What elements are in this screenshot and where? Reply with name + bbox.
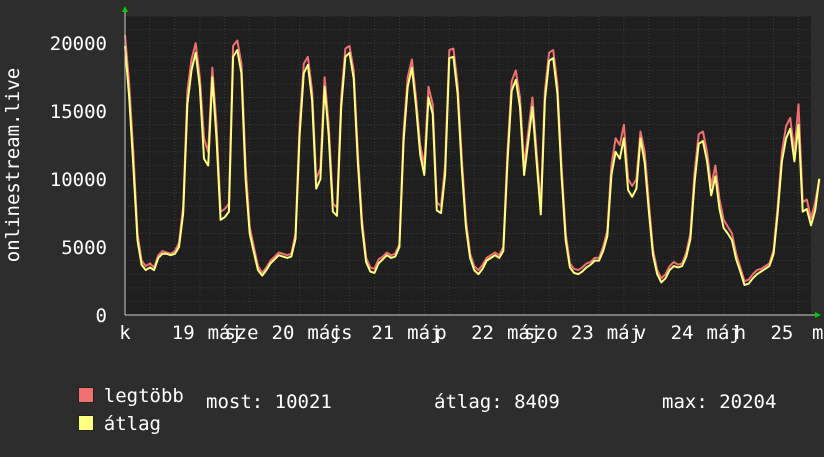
x-axis-arrow: [815, 312, 821, 318]
x-tick-label: p: [435, 322, 446, 344]
x-tick-label: 19: [172, 322, 195, 344]
y-tick-label: 10000: [50, 169, 107, 191]
legend-swatch-avg: [77, 415, 94, 431]
y-tick-label: 20000: [50, 33, 107, 55]
y-axis-arrow: [122, 6, 128, 12]
x-tick-label: 25: [770, 322, 793, 344]
x-tick-label: 21: [371, 322, 394, 344]
stat-average: átlag: 8409: [434, 391, 560, 413]
x-tick-label: h: [735, 322, 746, 344]
x-tick-label: k: [119, 322, 131, 344]
x-tick-label: 24: [671, 322, 694, 344]
stat-maximum: max: 20204: [662, 391, 777, 413]
line-chart: 05000100001500020000k 19 májsze 20 májcs 21 má…: [2, 6, 824, 344]
y-tick-label: 5000: [61, 237, 107, 259]
stat-current: most: 10021: [206, 391, 332, 413]
x-tick-label: v: [635, 322, 646, 344]
x-tick-label: 22: [471, 322, 494, 344]
y-tick-label: 15000: [50, 101, 107, 123]
x-tick-label: 23: [571, 322, 594, 344]
x-tick-label: sze: [224, 322, 258, 344]
x-tick-label: 20: [272, 322, 295, 344]
x-tick-label: szo: [524, 322, 558, 344]
legend-label-avg: átlag: [103, 413, 161, 435]
x-tick-label: má: [812, 322, 824, 344]
y-tick-label: 0: [96, 305, 107, 327]
y-axis-title: onlinestream.live: [2, 68, 24, 262]
legend-item-avg: átlag: [32, 391, 161, 457]
chart-panel: 0 5000 10000 15000 20000 k 19 máj sze 20 máj cs 21 má…: [0, 0, 824, 435]
x-tick-label: cs: [330, 322, 353, 344]
